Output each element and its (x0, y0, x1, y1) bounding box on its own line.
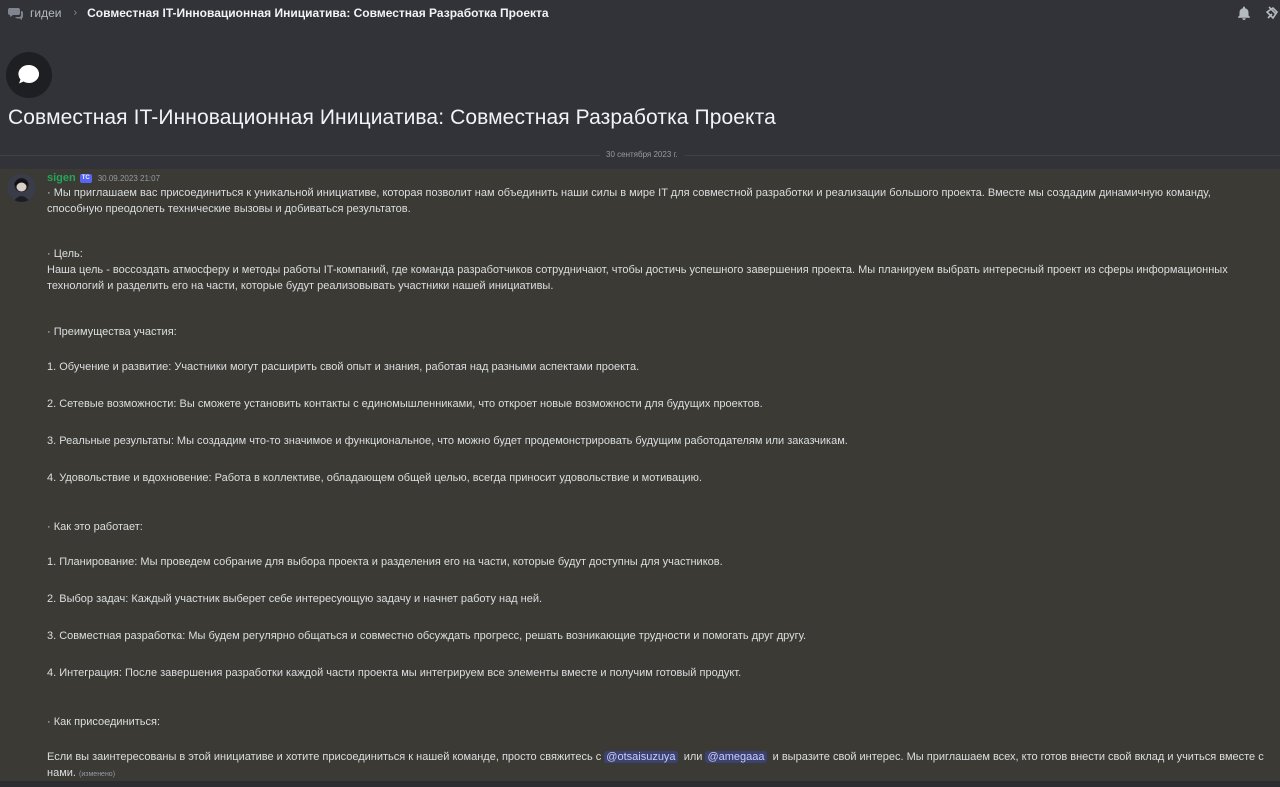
benefits-heading: · Преимущества участия: (47, 326, 177, 338)
goal-text: Наша цель - воссоздать атмосферу и метод… (47, 264, 1228, 292)
thread-title: Совместная IT-Инновационная Инициатива: … (8, 106, 776, 129)
message-timestamp: 30.09.2023 21:07 (97, 173, 161, 183)
date-divider-label: 30 сентября 2023 г. (600, 150, 684, 160)
message-content: · Мы приглашаем вас присоединиться к уни… (47, 185, 1267, 783)
join-text: Если вы заинтересованы в этой инициативе… (47, 749, 1267, 783)
list-item: 2. Сетевые возможности: Вы сможете устан… (47, 398, 763, 410)
user-mention[interactable]: @amegaaa (705, 751, 767, 763)
join-middle: или (683, 751, 703, 763)
list-item: 1. Обучение и развитие: Участники могут … (47, 361, 640, 373)
join-heading: · Как присоединиться: (47, 716, 161, 728)
list-item: 4. Интеграция: После завершения разработ… (47, 667, 742, 679)
forum-icon[interactable] (8, 5, 24, 21)
op-badge: ТС (79, 173, 92, 183)
list-item: 3. Совместная разработка: Мы будем регул… (47, 630, 807, 642)
list-item: 2. Выбор задач: Каждый участник выберет … (47, 593, 543, 605)
list-item: 4. Удовольствие и вдохновение: Работа в … (47, 472, 702, 484)
breadcrumb-channel[interactable]: гидеи (30, 6, 61, 20)
composer-edge (0, 781, 1280, 787)
list-item: 1. Планирование: Мы проведем собрание дл… (47, 556, 723, 568)
breadcrumb-separator: › (73, 7, 78, 19)
message[interactable]: sigen ТС 30.09.2023 21:07 · Мы приглашае… (0, 169, 1280, 781)
avatar[interactable] (7, 173, 36, 202)
user-mention[interactable]: @otsaisuzuya (604, 751, 678, 763)
join-prefix: Если вы заинтересованы в этой инициативе… (47, 751, 602, 763)
bell-icon[interactable] (1236, 5, 1252, 21)
message-intro: · Мы приглашаем вас присоединиться к уни… (47, 187, 1211, 215)
thread-icon (6, 52, 52, 98)
message-header: sigen ТС 30.09.2023 21:07 (47, 171, 160, 185)
list-item: 3. Реальные результаты: Мы создадим что-… (47, 435, 848, 447)
edited-label: (изменено) (79, 771, 116, 778)
how-heading: · Как это работает: (47, 521, 143, 533)
top-bar: гидеи › Совместная IT-Инновационная Иниц… (0, 0, 1280, 26)
chat-bubble-icon (18, 64, 40, 84)
message-author[interactable]: sigen (47, 172, 76, 184)
goal-heading: · Цель: (47, 248, 83, 260)
thread-header: Совместная IT-Инновационная Инициатива: … (0, 26, 1280, 169)
breadcrumb-thread-title: Совместная IT-Инновационная Инициатива: … (87, 6, 549, 20)
pin-icon[interactable] (1265, 6, 1279, 20)
